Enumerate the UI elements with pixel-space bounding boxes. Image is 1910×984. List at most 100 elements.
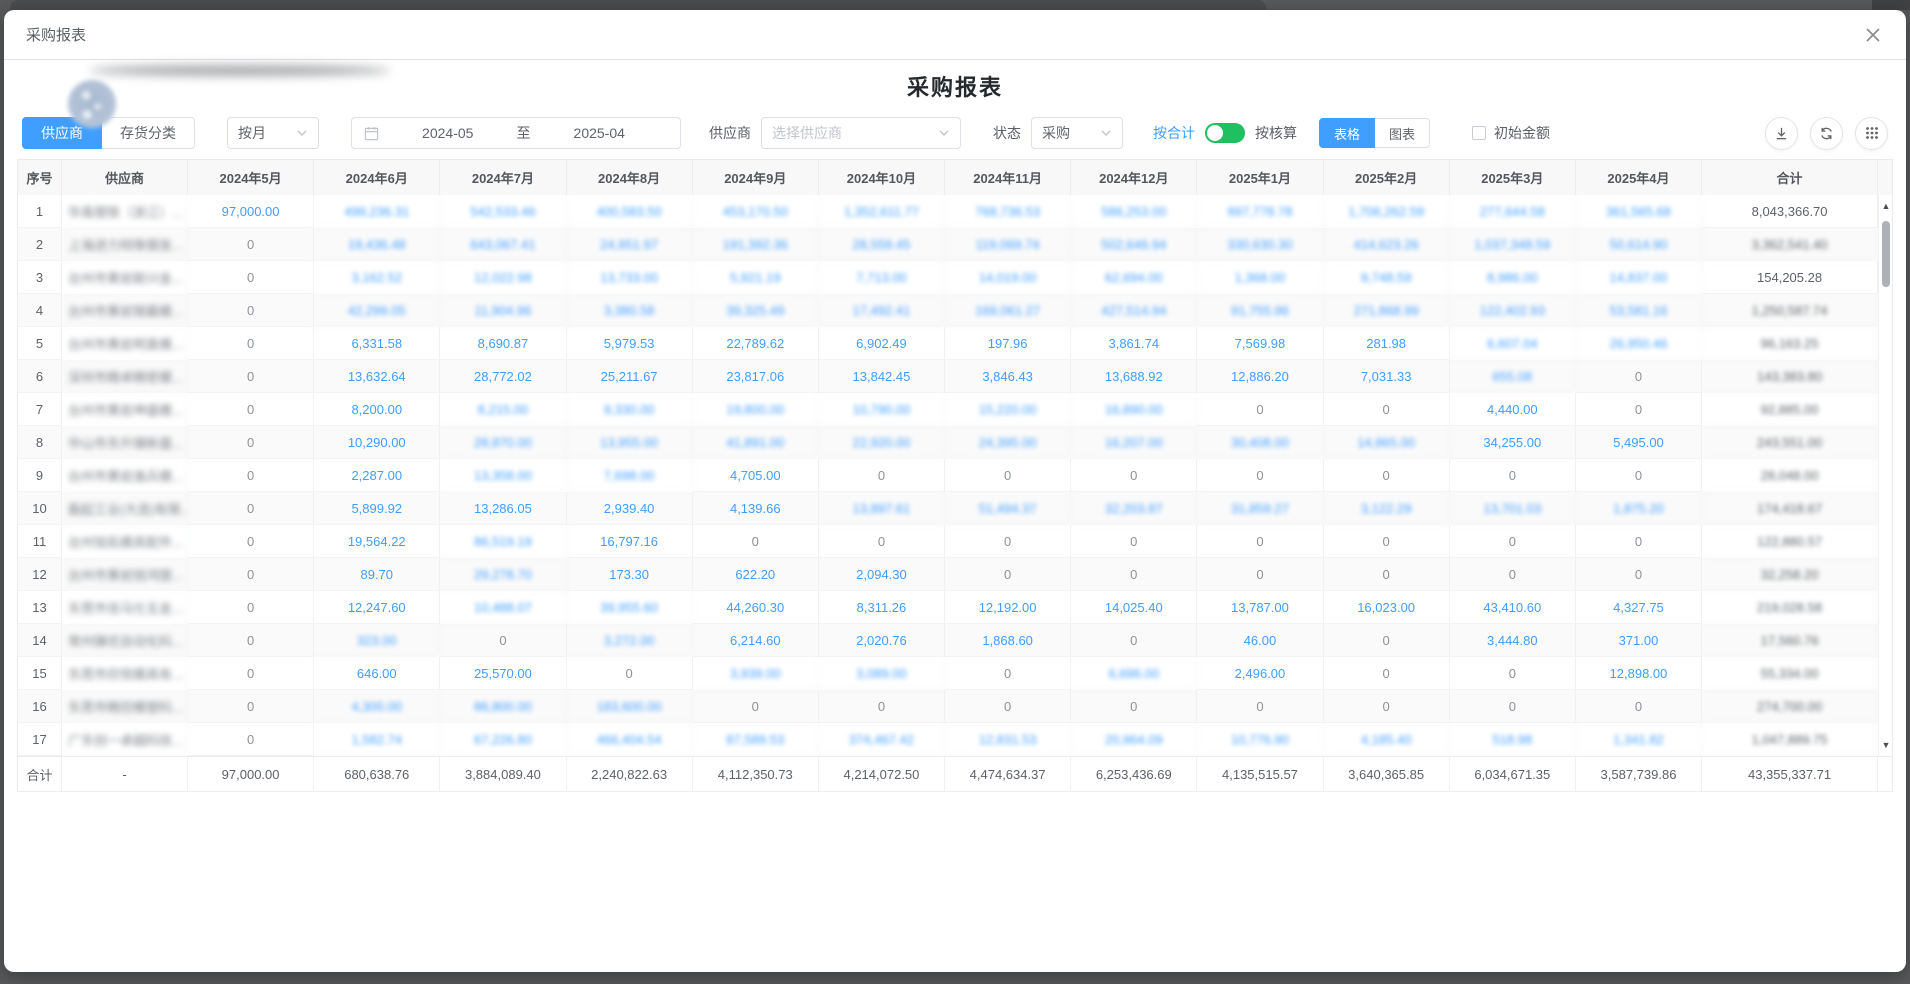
amount-cell[interactable]: 8,200.00 bbox=[314, 393, 440, 426]
date-range-picker[interactable]: 2024-05 至 2025-04 bbox=[351, 117, 681, 149]
amount-cell[interactable]: 2,287.00 bbox=[314, 459, 440, 492]
amount-cell[interactable]: 5,921.19 bbox=[693, 261, 819, 294]
amount-cell[interactable]: 12,192.00 bbox=[945, 591, 1071, 624]
amount-cell[interactable]: 41,891.00 bbox=[693, 426, 819, 459]
amount-cell[interactable]: 13,701.03 bbox=[1450, 492, 1576, 525]
end-date-value[interactable]: 2025-04 bbox=[531, 125, 669, 141]
amount-cell[interactable]: 3,380.58 bbox=[567, 294, 693, 327]
start-date-value[interactable]: 2024-05 bbox=[379, 125, 517, 141]
amount-cell[interactable]: 14,837.00 bbox=[1576, 261, 1702, 294]
amount-cell[interactable]: 3,939.00 bbox=[693, 657, 819, 690]
amount-cell[interactable]: 6,607.04 bbox=[1450, 327, 1576, 360]
amount-cell[interactable]: 91,755.96 bbox=[1197, 294, 1323, 327]
amount-cell[interactable]: 586,253.00 bbox=[1071, 195, 1197, 228]
amount-cell[interactable]: 7,569.98 bbox=[1197, 327, 1323, 360]
amount-cell[interactable]: 51,494.37 bbox=[945, 492, 1071, 525]
amount-cell[interactable]: 414,623.26 bbox=[1324, 228, 1450, 261]
amount-cell[interactable]: 8,690.87 bbox=[440, 327, 566, 360]
amount-cell[interactable]: 453,170.50 bbox=[693, 195, 819, 228]
amount-cell[interactable]: 25,211.67 bbox=[567, 360, 693, 393]
amount-cell[interactable]: 67,226.80 bbox=[440, 723, 566, 756]
amount-cell[interactable]: 1,352,611.77 bbox=[819, 195, 945, 228]
amount-cell[interactable]: 12,831.53 bbox=[945, 723, 1071, 756]
amount-cell[interactable]: 10,488.07 bbox=[440, 591, 566, 624]
amount-cell[interactable]: 19,800.00 bbox=[693, 393, 819, 426]
amount-cell[interactable]: 646.00 bbox=[314, 657, 440, 690]
amount-cell[interactable]: 42,299.05 bbox=[314, 294, 440, 327]
amount-cell[interactable]: 97,000.00 bbox=[188, 195, 314, 228]
grid-button[interactable] bbox=[1855, 117, 1888, 150]
amount-cell[interactable]: 13,955.00 bbox=[567, 426, 693, 459]
amount-cell[interactable]: 30,408.00 bbox=[1197, 426, 1323, 459]
amount-cell[interactable]: 46.00 bbox=[1197, 624, 1323, 657]
amount-cell[interactable]: 14,865.00 bbox=[1324, 426, 1450, 459]
tab-inventory-category-button[interactable]: 存货分类 bbox=[102, 117, 195, 149]
amount-cell[interactable]: 277,644.58 bbox=[1450, 195, 1576, 228]
tab-table-button[interactable]: 表格 bbox=[1319, 118, 1375, 148]
amount-cell[interactable]: 43,410.60 bbox=[1450, 591, 1576, 624]
amount-cell[interactable]: 3,846.43 bbox=[945, 360, 1071, 393]
amount-cell[interactable]: 3,089.00 bbox=[819, 657, 945, 690]
initial-amount-checkbox[interactable]: 初始金额 bbox=[1472, 123, 1550, 143]
amount-cell[interactable]: 25,570.00 bbox=[440, 657, 566, 690]
amount-cell[interactable]: 2,939.40 bbox=[567, 492, 693, 525]
amount-cell[interactable]: 1,875.20 bbox=[1576, 492, 1702, 525]
amount-cell[interactable]: 9,330.00 bbox=[567, 393, 693, 426]
amount-cell[interactable]: 12,022.98 bbox=[440, 261, 566, 294]
calc-toggle-switch[interactable] bbox=[1205, 123, 1245, 143]
amount-cell[interactable]: 5,979.53 bbox=[567, 327, 693, 360]
amount-cell[interactable]: 1,368.00 bbox=[1197, 261, 1323, 294]
amount-cell[interactable]: 173.30 bbox=[567, 558, 693, 591]
amount-cell[interactable]: 53,581.16 bbox=[1576, 294, 1702, 327]
amount-cell[interactable]: 39,325.49 bbox=[693, 294, 819, 327]
amount-cell[interactable]: 16,797.16 bbox=[567, 525, 693, 558]
amount-cell[interactable]: 24,951.97 bbox=[567, 228, 693, 261]
amount-cell[interactable]: 16,207.00 bbox=[1071, 426, 1197, 459]
scroll-down-button[interactable]: ▼ bbox=[1879, 738, 1893, 752]
amount-cell[interactable]: 28,559.45 bbox=[819, 228, 945, 261]
amount-cell[interactable]: 13,733.00 bbox=[567, 261, 693, 294]
download-button[interactable] bbox=[1765, 117, 1798, 150]
close-button[interactable] bbox=[1862, 24, 1884, 46]
amount-cell[interactable]: 2,496.00 bbox=[1197, 657, 1323, 690]
amount-cell[interactable]: 4,327.75 bbox=[1576, 591, 1702, 624]
amount-cell[interactable]: 5,899.92 bbox=[314, 492, 440, 525]
amount-cell[interactable]: 542,533.46 bbox=[440, 195, 566, 228]
amount-cell[interactable]: 28,870.00 bbox=[440, 426, 566, 459]
amount-cell[interactable]: 371.00 bbox=[1576, 624, 1702, 657]
amount-cell[interactable]: 39,955.60 bbox=[567, 591, 693, 624]
amount-cell[interactable]: 169,061.27 bbox=[945, 294, 1071, 327]
amount-cell[interactable]: 6,696.00 bbox=[1071, 657, 1197, 690]
status-select[interactable]: 采购 bbox=[1031, 117, 1123, 149]
amount-cell[interactable]: 768,736.53 bbox=[945, 195, 1071, 228]
amount-cell[interactable]: 6,331.58 bbox=[314, 327, 440, 360]
amount-cell[interactable]: 87,589.53 bbox=[693, 723, 819, 756]
amount-cell[interactable]: 183,600.00 bbox=[567, 690, 693, 723]
amount-cell[interactable]: 1,582.74 bbox=[314, 723, 440, 756]
amount-cell[interactable]: 13,842.45 bbox=[819, 360, 945, 393]
amount-cell[interactable]: 3,861.74 bbox=[1071, 327, 1197, 360]
amount-cell[interactable]: 86,519.19 bbox=[440, 525, 566, 558]
amount-cell[interactable]: 323.00 bbox=[314, 624, 440, 657]
amount-cell[interactable]: 1,037,348.59 bbox=[1450, 228, 1576, 261]
amount-cell[interactable]: 400,583.50 bbox=[567, 195, 693, 228]
amount-cell[interactable]: 19,436.48 bbox=[314, 228, 440, 261]
amount-cell[interactable]: 32,203.87 bbox=[1071, 492, 1197, 525]
amount-cell[interactable]: 191,392.36 bbox=[693, 228, 819, 261]
tab-chart-button[interactable]: 图表 bbox=[1375, 118, 1430, 148]
amount-cell[interactable]: 997,778.78 bbox=[1197, 195, 1323, 228]
amount-cell[interactable]: 271,868.99 bbox=[1324, 294, 1450, 327]
amount-cell[interactable]: 374,467.42 bbox=[819, 723, 945, 756]
amount-cell[interactable]: 499,236.31 bbox=[314, 195, 440, 228]
amount-cell[interactable]: 22,920.00 bbox=[819, 426, 945, 459]
scroll-up-button[interactable]: ▲ bbox=[1879, 199, 1893, 213]
amount-cell[interactable]: 14,019.00 bbox=[945, 261, 1071, 294]
amount-cell[interactable]: 34,255.00 bbox=[1450, 426, 1576, 459]
amount-cell[interactable]: 50,614.90 bbox=[1576, 228, 1702, 261]
amount-cell[interactable]: 4,440.00 bbox=[1450, 393, 1576, 426]
amount-cell[interactable]: 3,272.00 bbox=[567, 624, 693, 657]
amount-cell[interactable]: 1,341.82 bbox=[1576, 723, 1702, 756]
amount-cell[interactable]: 427,514.94 bbox=[1071, 294, 1197, 327]
amount-cell[interactable]: 655.08 bbox=[1450, 360, 1576, 393]
checkbox-box[interactable] bbox=[1472, 126, 1486, 140]
